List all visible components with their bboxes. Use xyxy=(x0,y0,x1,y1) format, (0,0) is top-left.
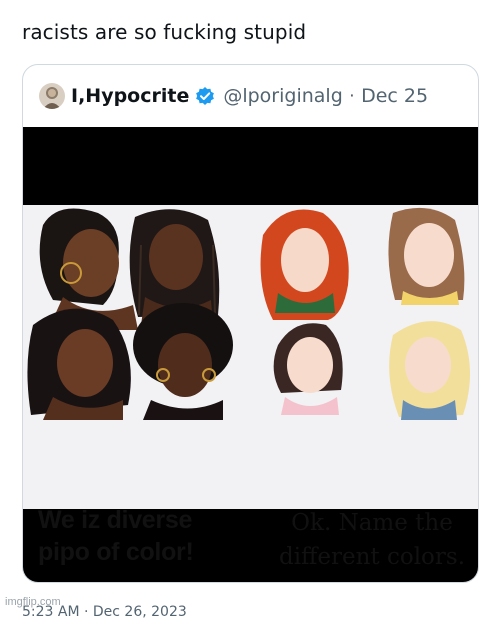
display-name[interactable]: I,Hypocrite xyxy=(71,85,189,107)
verified-badge-icon xyxy=(195,86,215,106)
caption-right-line-2: different colors. xyxy=(278,544,466,570)
right-woman-brown-hair xyxy=(388,207,465,305)
handle[interactable]: @lporiginalg xyxy=(223,85,342,107)
meme-image[interactable]: We iz diverse pipo of color! Ok. Name th… xyxy=(23,127,478,582)
quoted-tweet-header: I,Hypocrite @lporiginalg · Dec 25 xyxy=(39,83,428,109)
imgflip-watermark: imgflip.com xyxy=(5,596,61,608)
avatar[interactable] xyxy=(39,83,65,109)
meme-illustration xyxy=(27,207,471,420)
right-woman-blonde xyxy=(389,321,471,420)
caption-left-line-2: pipo of color! xyxy=(38,538,194,566)
post-text: racists are so fucking stupid xyxy=(22,20,307,44)
tweet-date[interactable]: Dec 25 xyxy=(361,85,428,107)
right-woman-dark-hair xyxy=(273,323,343,415)
meme-caption-right: Ok. Name the different colors. xyxy=(267,506,477,574)
left-woman-4 xyxy=(133,303,233,420)
caption-left-line-1: We iz diverse xyxy=(38,506,193,534)
left-woman-3 xyxy=(27,308,131,420)
meme-panel: We iz diverse pipo of color! Ok. Name th… xyxy=(23,205,478,570)
caption-right-line-1: Ok. Name the xyxy=(291,510,453,536)
quoted-tweet-card[interactable]: I,Hypocrite @lporiginalg · Dec 25 We iz … xyxy=(22,64,479,583)
right-woman-redhead xyxy=(260,209,349,320)
separator-dot: · xyxy=(348,85,356,106)
meme-caption-left: We iz diverse pipo of color! xyxy=(38,504,238,568)
